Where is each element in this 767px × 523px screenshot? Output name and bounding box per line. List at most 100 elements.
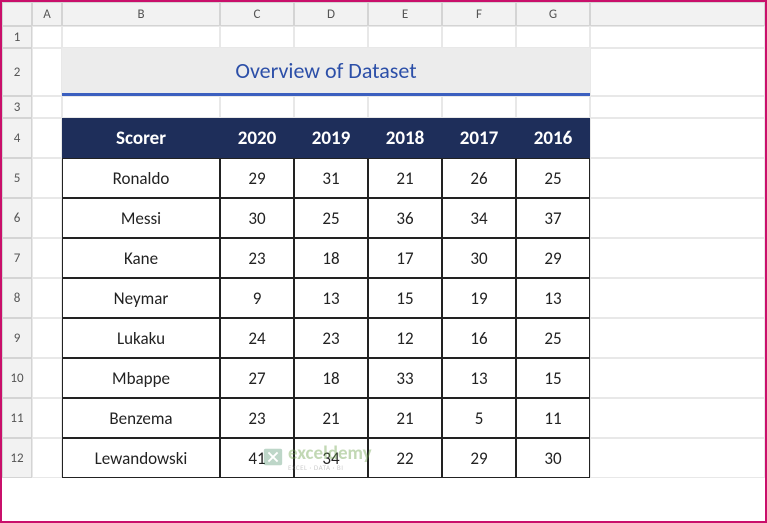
cell-bg[interactable]	[32, 198, 62, 238]
table-row-value: 13	[516, 278, 590, 318]
row-header-3[interactable]: 3	[2, 96, 32, 118]
cell-bg[interactable]	[220, 96, 294, 118]
cell-bg[interactable]	[516, 96, 590, 118]
cell-bg[interactable]	[32, 398, 62, 438]
row-header-8[interactable]: 8	[2, 278, 32, 318]
cell-bg[interactable]	[32, 238, 62, 278]
column-header-F[interactable]: F	[442, 2, 516, 26]
table-row-value: 25	[294, 198, 368, 238]
cell-bg[interactable]	[294, 26, 368, 48]
row-header-9[interactable]: 9	[2, 318, 32, 358]
table-row-name: Mbappe	[62, 358, 220, 398]
cell-bg[interactable]	[368, 96, 442, 118]
table-header-1: 2020	[220, 118, 294, 158]
column-header-A[interactable]: A	[32, 2, 62, 26]
table-row-value: 12	[368, 318, 442, 358]
table-row-value: 29	[516, 238, 590, 278]
table-row-value: 17	[368, 238, 442, 278]
table-row-name: Lewandowski	[62, 438, 220, 478]
cell-bg[interactable]	[590, 198, 765, 238]
table-row-value: 9	[220, 278, 294, 318]
table-row-name: Benzema	[62, 398, 220, 438]
cell-bg[interactable]	[294, 96, 368, 118]
cell-bg[interactable]	[32, 278, 62, 318]
table-row-name: Lukaku	[62, 318, 220, 358]
table-row-value: 22	[368, 438, 442, 478]
column-header-E[interactable]: E	[368, 2, 442, 26]
table-row-value: 36	[368, 198, 442, 238]
row-header-7[interactable]: 7	[2, 238, 32, 278]
cell-bg[interactable]	[590, 398, 765, 438]
table-row-value: 21	[294, 398, 368, 438]
table-row-value: 21	[368, 158, 442, 198]
page-title: Overview of Dataset	[62, 48, 590, 96]
table-row-value: 41	[220, 438, 294, 478]
cell-bg[interactable]	[590, 96, 765, 118]
table-row-value: 13	[442, 358, 516, 398]
cell-bg[interactable]	[32, 358, 62, 398]
table-row-name: Messi	[62, 198, 220, 238]
row-header-12[interactable]: 12	[2, 438, 32, 478]
column-header-B[interactable]: B	[62, 2, 220, 26]
column-header-G[interactable]: G	[516, 2, 590, 26]
row-header-1[interactable]: 1	[2, 26, 32, 48]
table-row-value: 5	[442, 398, 516, 438]
cell-bg[interactable]	[62, 96, 220, 118]
cell-bg[interactable]	[590, 48, 765, 96]
row-header-10[interactable]: 10	[2, 358, 32, 398]
table-row-value: 11	[516, 398, 590, 438]
row-header-11[interactable]: 11	[2, 398, 32, 438]
cell-bg[interactable]	[32, 158, 62, 198]
table-row-value: 23	[220, 238, 294, 278]
table-row-value: 30	[516, 438, 590, 478]
cell-bg[interactable]	[590, 118, 765, 158]
cell-bg[interactable]	[590, 26, 765, 48]
column-header-undefined[interactable]	[590, 2, 765, 26]
table-row-value: 25	[516, 158, 590, 198]
cell-bg[interactable]	[442, 26, 516, 48]
row-header-2[interactable]: 2	[2, 48, 32, 96]
table-row-name: Kane	[62, 238, 220, 278]
cell-bg[interactable]	[442, 96, 516, 118]
cell-bg[interactable]	[32, 26, 62, 48]
table-row-value: 26	[442, 158, 516, 198]
table-row-value: 16	[442, 318, 516, 358]
cell-bg[interactable]	[590, 278, 765, 318]
table-row-value: 31	[294, 158, 368, 198]
table-row-value: 29	[220, 158, 294, 198]
cell-bg[interactable]	[62, 26, 220, 48]
table-row-value: 21	[368, 398, 442, 438]
table-header-0: Scorer	[62, 118, 220, 158]
row-header-4[interactable]: 4	[2, 118, 32, 158]
table-header-2: 2019	[294, 118, 368, 158]
column-header-C[interactable]: C	[220, 2, 294, 26]
table-row-name: Neymar	[62, 278, 220, 318]
cell-bg[interactable]	[590, 158, 765, 198]
cell-bg[interactable]	[590, 318, 765, 358]
table-row-value: 34	[294, 438, 368, 478]
table-row-value: 37	[516, 198, 590, 238]
table-row-value: 24	[220, 318, 294, 358]
cell-bg[interactable]	[32, 438, 62, 478]
cell-bg[interactable]	[368, 26, 442, 48]
table-row-value: 25	[516, 318, 590, 358]
cell-bg[interactable]	[220, 26, 294, 48]
cell-bg[interactable]	[32, 48, 62, 96]
table-row-value: 27	[220, 358, 294, 398]
cell-bg[interactable]	[32, 96, 62, 118]
cell-bg[interactable]	[590, 238, 765, 278]
select-all-corner[interactable]	[2, 2, 32, 26]
table-row-value: 15	[516, 358, 590, 398]
cell-bg[interactable]	[590, 438, 765, 478]
column-header-D[interactable]: D	[294, 2, 368, 26]
cell-bg[interactable]	[32, 318, 62, 358]
row-header-5[interactable]: 5	[2, 158, 32, 198]
cell-bg[interactable]	[32, 118, 62, 158]
cell-bg[interactable]	[516, 26, 590, 48]
table-header-5: 2016	[516, 118, 590, 158]
table-row-value: 29	[442, 438, 516, 478]
table-row-value: 34	[442, 198, 516, 238]
cell-bg[interactable]	[590, 358, 765, 398]
table-header-4: 2017	[442, 118, 516, 158]
row-header-6[interactable]: 6	[2, 198, 32, 238]
